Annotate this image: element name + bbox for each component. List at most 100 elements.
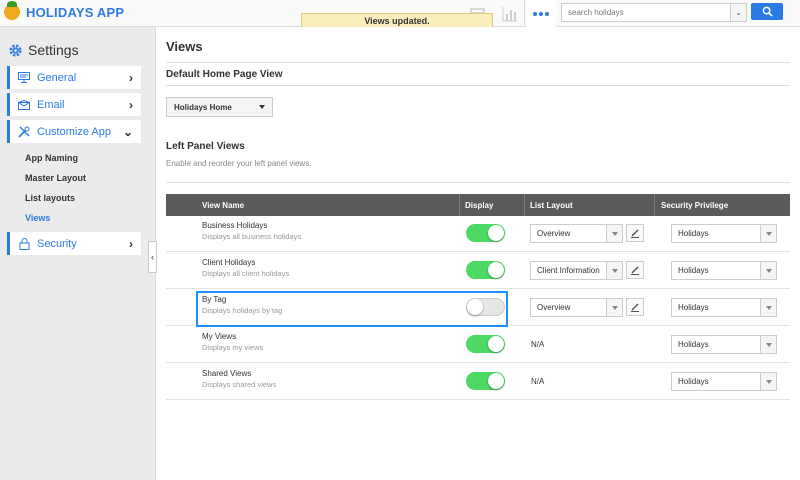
- list-layout-value: N/A: [531, 377, 545, 386]
- table-header: View Name Display List Layout Security P…: [166, 194, 790, 216]
- divider: [166, 182, 790, 183]
- security-privilege-select[interactable]: Holidays: [671, 372, 777, 391]
- view-description: Displays all client holidays: [202, 269, 290, 278]
- sidebar-item-label: General: [37, 71, 77, 84]
- dropdown-arrow-icon: [760, 336, 776, 353]
- list-layout-value: N/A: [531, 340, 545, 349]
- search-dropdown-chevron-icon[interactable]: ⌄: [730, 4, 746, 21]
- security-privilege-select[interactable]: Holidays: [671, 224, 777, 243]
- select-value: Holidays: [678, 266, 709, 275]
- column-separator: [524, 194, 525, 216]
- edit-layout-button[interactable]: [626, 224, 644, 242]
- sidebar-item-security[interactable]: Security ›: [7, 232, 141, 255]
- sidebar-item-email[interactable]: Email ›: [7, 93, 141, 116]
- envelope-icon: [17, 98, 31, 112]
- tools-icon: [17, 125, 31, 139]
- edit-layout-button[interactable]: [626, 261, 644, 279]
- sidebar-item-general[interactable]: General ›: [7, 66, 141, 89]
- divider: [166, 62, 790, 63]
- main-content: Views Default Home Page View Holidays Ho…: [157, 27, 800, 480]
- default-home-dropdown[interactable]: Holidays Home: [166, 97, 273, 117]
- subnav-master-layout[interactable]: Master Layout: [25, 173, 86, 183]
- sidebar-item-label: Security: [37, 237, 77, 250]
- col-view-name[interactable]: View Name: [202, 201, 244, 210]
- dropdown-arrow-icon: [606, 225, 622, 242]
- gear-icon: [9, 43, 22, 57]
- dropdown-arrow-icon: [760, 299, 776, 316]
- search-button[interactable]: [751, 3, 783, 20]
- view-description: Displays my views: [202, 343, 264, 352]
- subnav-app-naming[interactable]: App Naming: [25, 153, 78, 163]
- security-privilege-select[interactable]: Holidays: [671, 335, 777, 354]
- display-toggle[interactable]: [466, 372, 505, 390]
- subnav-list-layouts[interactable]: List layouts: [25, 193, 75, 203]
- table-row: Business Holidays Displays all business …: [166, 216, 790, 252]
- chevron-down-icon: ⌄: [122, 124, 133, 139]
- table-row: Client Holidays Displays all client holi…: [166, 253, 790, 289]
- chevron-right-icon: ›: [129, 236, 133, 251]
- select-value: Holidays: [678, 340, 709, 349]
- col-list-layout[interactable]: List Layout: [530, 201, 573, 210]
- chevron-right-icon: ›: [129, 70, 133, 85]
- pencil-icon: [631, 229, 639, 238]
- row-focus-highlight: [196, 291, 508, 327]
- dropdown-arrow-icon: [760, 225, 776, 242]
- col-security-privilege[interactable]: Security Privilege: [661, 201, 728, 210]
- select-value: Holidays: [678, 303, 709, 312]
- select-value: Overview: [537, 229, 571, 238]
- select-value: Holidays: [678, 229, 709, 238]
- table-row: My Views Displays my views N/A Holidays: [166, 327, 790, 363]
- left-panel-heading: Left Panel Views: [166, 141, 245, 152]
- select-value: Holidays: [678, 377, 709, 386]
- page-title: Views: [166, 39, 203, 54]
- select-value: Client Information: [537, 266, 600, 275]
- pencil-icon: [631, 303, 639, 312]
- bar-chart-icon[interactable]: [500, 4, 520, 24]
- pencil-icon: [631, 266, 639, 275]
- app-logo-icon: [4, 1, 20, 20]
- toggle-knob: [488, 336, 504, 352]
- security-privilege-select[interactable]: Holidays: [671, 261, 777, 280]
- dropdown-arrow-icon: [760, 373, 776, 390]
- sidebar-item-label: Customize App: [37, 125, 111, 138]
- column-separator: [459, 194, 460, 216]
- display-toggle[interactable]: [466, 224, 505, 242]
- table-row: Shared Views Displays shared views N/A H…: [166, 364, 790, 400]
- settings-heading: Settings: [8, 42, 79, 58]
- dropdown-arrow-icon: [760, 262, 776, 279]
- sidebar-item-label: Email: [37, 98, 65, 111]
- search-icon: [762, 6, 773, 17]
- toolbar-divider: [524, 0, 525, 27]
- list-layout-select[interactable]: Client Information: [530, 261, 623, 280]
- sidebar: Settings General › Email › Customize App…: [0, 27, 156, 480]
- dropdown-arrow-icon: [606, 299, 622, 316]
- view-name: My Views: [202, 332, 237, 341]
- more-options-icon[interactable]: [526, 0, 556, 27]
- view-name: Business Holidays: [202, 221, 268, 230]
- subnav-views[interactable]: Views: [25, 213, 50, 223]
- security-privilege-select[interactable]: Holidays: [671, 298, 777, 317]
- default-home-heading: Default Home Page View: [166, 69, 283, 80]
- view-description: Displays shared views: [202, 380, 277, 389]
- default-home-value: Holidays Home: [174, 102, 232, 112]
- list-layout-select[interactable]: Overview: [530, 298, 623, 317]
- search-input[interactable]: [562, 4, 730, 21]
- left-panel-description: Enable and reorder your left panel views…: [166, 159, 312, 168]
- settings-title: Settings: [28, 42, 79, 58]
- view-name: Client Holidays: [202, 258, 256, 267]
- divider: [166, 85, 790, 86]
- display-toggle[interactable]: [466, 261, 505, 279]
- list-layout-select[interactable]: Overview: [530, 224, 623, 243]
- display-toggle[interactable]: [466, 335, 505, 353]
- dropdown-arrow-icon: [606, 262, 622, 279]
- column-separator: [654, 194, 655, 216]
- monitor-icon: [17, 71, 31, 85]
- sidebar-item-customize-app[interactable]: Customize App ⌄: [7, 120, 141, 143]
- lock-icon: [17, 237, 31, 251]
- app-brand[interactable]: HOLIDAYS APP: [4, 1, 124, 20]
- toggle-knob: [488, 373, 504, 389]
- edit-layout-button[interactable]: [626, 298, 644, 316]
- col-display[interactable]: Display: [465, 201, 493, 210]
- collapse-sidebar-chevron-left-icon[interactable]: ‹: [148, 241, 157, 273]
- caret-down-icon: [259, 105, 265, 109]
